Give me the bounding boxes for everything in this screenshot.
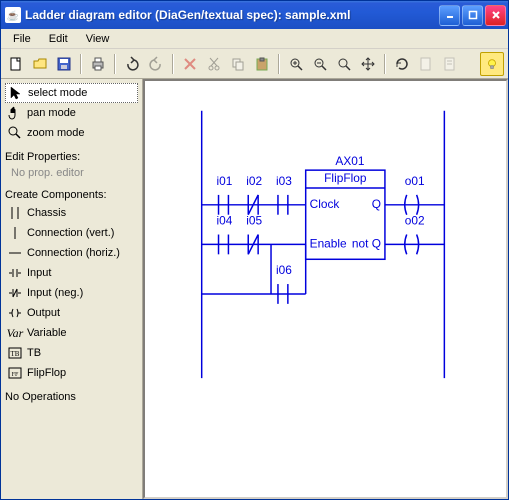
comp-chassis-label: Chassis — [27, 207, 66, 219]
mode-select[interactable]: select mode — [5, 83, 138, 103]
variable-icon: Var — [7, 325, 23, 341]
label-i03: i03 — [276, 174, 292, 188]
comp-input-neg[interactable]: Input (neg.) — [5, 283, 138, 303]
conn-horiz-icon — [7, 245, 23, 261]
menu-view[interactable]: View — [78, 31, 118, 47]
separator-icon — [114, 54, 116, 74]
zoom-icon — [7, 125, 23, 141]
mode-pan[interactable]: pan mode — [5, 103, 138, 123]
comp-variable-label: Variable — [27, 327, 67, 339]
pan-icon[interactable] — [357, 53, 379, 75]
label-i01: i01 — [217, 174, 233, 188]
zoom-in-icon[interactable] — [285, 53, 307, 75]
chassis-icon — [7, 205, 23, 221]
port-enable: Enable — [310, 236, 347, 250]
paste-icon[interactable] — [251, 53, 273, 75]
svg-text:TB: TB — [11, 350, 20, 358]
edit-properties-label: Edit Properties: — [5, 151, 138, 163]
port-q: Q — [372, 197, 381, 211]
no-prop-editor-label: No prop. editor — [11, 167, 84, 179]
comp-variable[interactable]: Var Variable — [5, 323, 138, 343]
label-i06: i06 — [276, 263, 292, 277]
new-icon[interactable] — [5, 53, 27, 75]
minimize-button[interactable] — [439, 5, 460, 26]
comp-input-neg-label: Input (neg.) — [27, 287, 83, 299]
comp-input-label: Input — [27, 267, 51, 279]
label-i04: i04 — [217, 214, 233, 228]
svg-text:FF: FF — [12, 372, 19, 378]
content-area: select mode pan mode zoom mode Edit Prop… — [1, 79, 508, 499]
undo-icon[interactable] — [121, 53, 143, 75]
hand-icon — [7, 105, 23, 121]
sidebar: select mode pan mode zoom mode Edit Prop… — [1, 79, 143, 499]
comp-conn-horiz-label: Connection (horiz.) — [27, 247, 120, 259]
comp-chassis[interactable]: Chassis — [5, 203, 138, 223]
open-icon[interactable] — [29, 53, 51, 75]
create-components-label: Create Components: — [5, 189, 138, 201]
comp-conn-horiz[interactable]: Connection (horiz.) — [5, 243, 138, 263]
comp-output-label: Output — [27, 307, 60, 319]
input-icon — [7, 265, 23, 281]
output-icon — [7, 305, 23, 321]
comp-flipflop[interactable]: FF FlipFlop — [5, 363, 138, 383]
comp-flipflop-label: FlipFlop — [27, 367, 66, 379]
port-clock: Clock — [310, 197, 340, 211]
conn-vert-icon — [7, 225, 23, 241]
pointer-icon — [8, 85, 24, 101]
refresh-icon[interactable] — [391, 53, 413, 75]
flipflop-icon: FF — [7, 365, 23, 381]
doc2-icon[interactable] — [439, 53, 461, 75]
app-window: ☕ Ladder diagram editor (DiaGen/textual … — [0, 0, 509, 500]
maximize-button[interactable] — [462, 5, 483, 26]
no-prop-editor: No prop. editor — [5, 165, 138, 181]
window-controls — [439, 5, 506, 26]
mode-zoom-label: zoom mode — [27, 127, 84, 139]
menu-file[interactable]: File — [5, 31, 39, 47]
save-icon[interactable] — [53, 53, 75, 75]
separator-icon — [384, 54, 386, 74]
comp-conn-vert-label: Connection (vert.) — [27, 227, 114, 239]
svg-text:☕: ☕ — [7, 9, 19, 22]
doc1-icon[interactable] — [415, 53, 437, 75]
comp-output[interactable]: Output — [5, 303, 138, 323]
comp-input[interactable]: Input — [5, 263, 138, 283]
port-notq: not Q — [352, 236, 381, 250]
label-o01: o01 — [405, 174, 425, 188]
label-i02: i02 — [246, 174, 262, 188]
tb-icon: TB — [7, 345, 23, 361]
no-operations-label: No Operations — [5, 391, 138, 403]
separator-icon — [278, 54, 280, 74]
label-i05: i05 — [246, 214, 262, 228]
block-name: AX01 — [335, 154, 364, 168]
separator-icon — [80, 54, 82, 74]
zoom-out-icon[interactable] — [309, 53, 331, 75]
print-icon[interactable] — [87, 53, 109, 75]
titlebar[interactable]: ☕ Ladder diagram editor (DiaGen/textual … — [1, 1, 508, 29]
mode-pan-label: pan mode — [27, 107, 76, 119]
close-button[interactable] — [485, 5, 506, 26]
input-neg-icon — [7, 285, 23, 301]
diagram-canvas[interactable]: i01 i02 i03 i04 i05 i06 — [143, 79, 508, 499]
menubar: File Edit View — [1, 29, 508, 49]
block-type: FlipFlop — [324, 171, 367, 185]
separator-icon — [172, 54, 174, 74]
zoom-fit-icon[interactable] — [333, 53, 355, 75]
toolbar — [1, 49, 508, 79]
window-title: Ladder diagram editor (DiaGen/textual sp… — [25, 8, 439, 22]
mode-select-label: select mode — [28, 87, 87, 99]
comp-tb[interactable]: TB TB — [5, 343, 138, 363]
delete-icon[interactable] — [179, 53, 201, 75]
redo-icon[interactable] — [145, 53, 167, 75]
cut-icon[interactable] — [203, 53, 225, 75]
java-icon: ☕ — [5, 7, 21, 23]
copy-icon[interactable] — [227, 53, 249, 75]
label-o02: o02 — [405, 214, 425, 228]
mode-zoom[interactable]: zoom mode — [5, 123, 138, 143]
comp-conn-vert[interactable]: Connection (vert.) — [5, 223, 138, 243]
menu-edit[interactable]: Edit — [41, 31, 76, 47]
comp-tb-label: TB — [27, 347, 41, 359]
hint-bulb-icon[interactable] — [480, 52, 504, 76]
